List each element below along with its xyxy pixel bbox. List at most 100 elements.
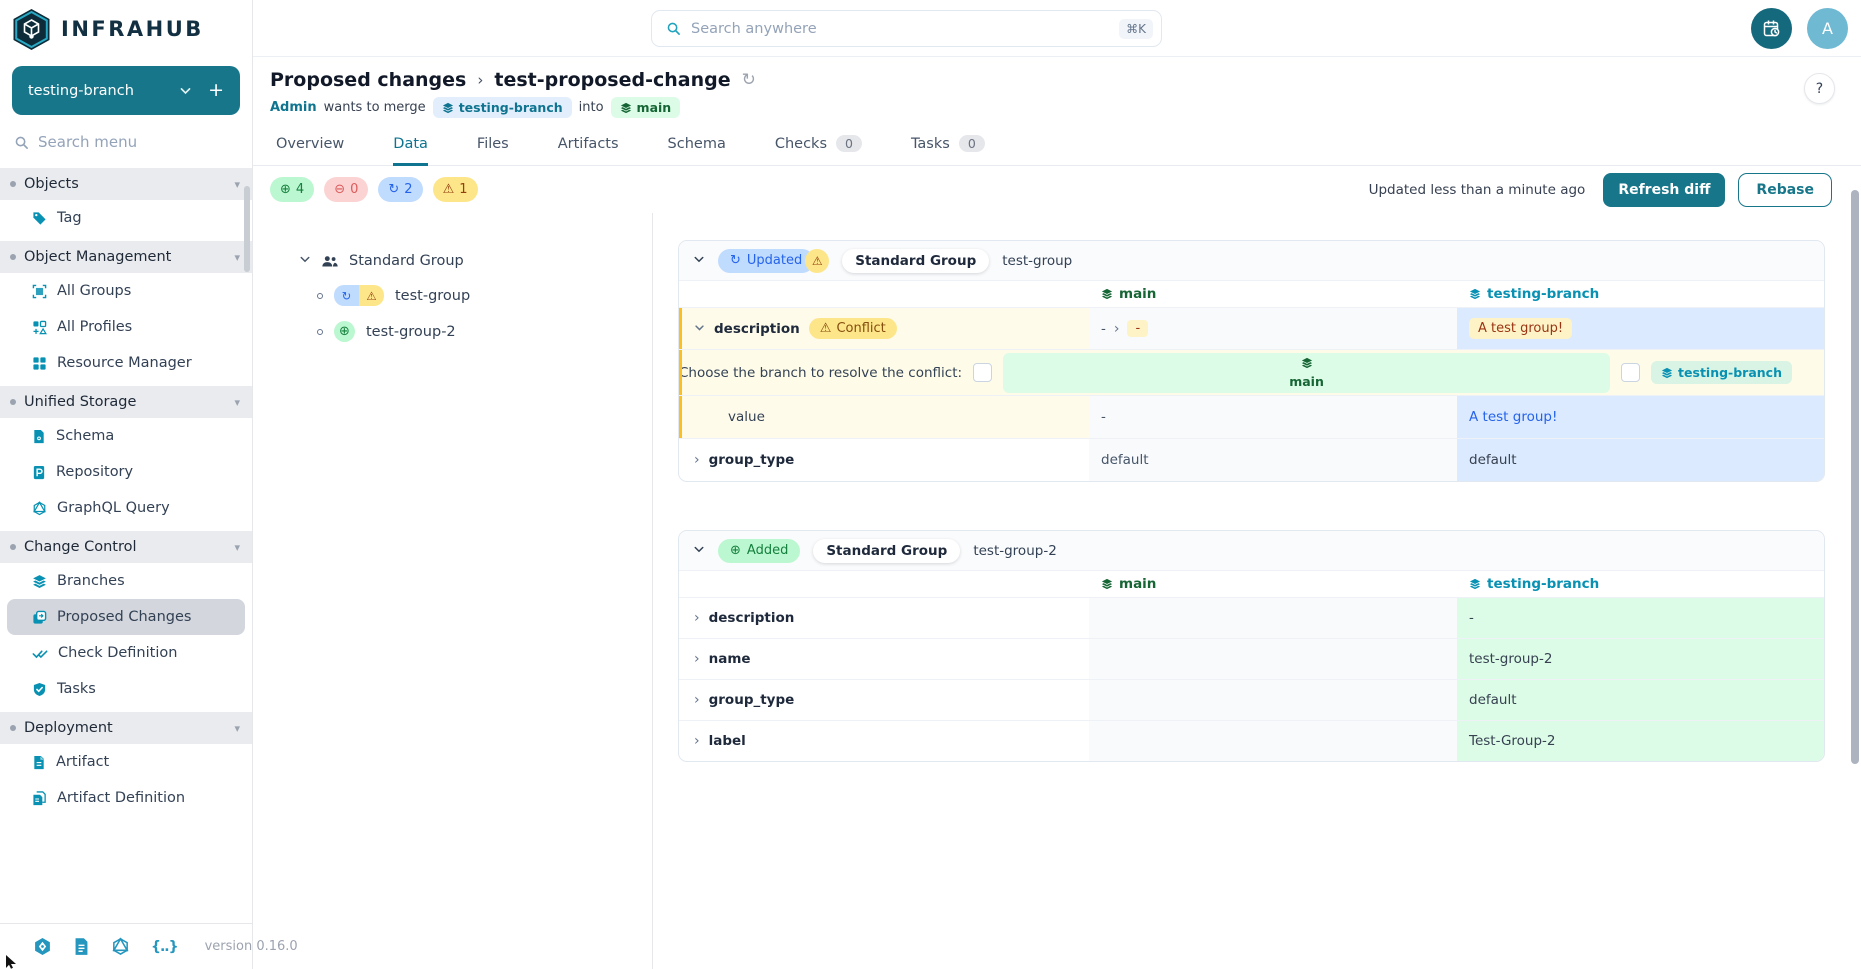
section-label: Deployment — [24, 720, 113, 736]
chevron-right-icon[interactable]: › — [694, 651, 700, 667]
diff-card-header[interactable]: ↻Updated ⚠ Standard Group test-group — [679, 241, 1824, 280]
tree-item-test-group[interactable]: ↻ ⚠ test-group — [317, 285, 642, 306]
sidebar-item-tag[interactable]: Tag — [0, 200, 252, 236]
sidebar-section-change-control[interactable]: Change Control ▾ — [0, 531, 252, 563]
section-dot-icon — [10, 181, 16, 187]
chevron-down-icon[interactable] — [694, 321, 705, 337]
sidebar-item-repository[interactable]: Repository — [0, 454, 252, 490]
diff-row-group-type[interactable]: ›group_type default — [679, 679, 1824, 720]
resolve-branch-badge[interactable]: testing-branch — [1651, 361, 1792, 384]
global-search-input[interactable] — [691, 21, 1109, 37]
target-branch-badge[interactable]: main — [611, 97, 681, 118]
tab-overview[interactable]: Overview — [276, 135, 344, 165]
group-people-icon — [321, 255, 339, 268]
tree-item-test-group-2[interactable]: ⊕ test-group-2 — [317, 321, 642, 342]
chevron-right-icon[interactable]: › — [694, 610, 700, 626]
branch-layers-icon — [1469, 288, 1481, 300]
sidebar-section-deployment[interactable]: Deployment ▾ — [0, 712, 252, 744]
docs-compass-icon[interactable] — [33, 937, 52, 956]
chevron-right-icon[interactable]: › — [694, 733, 700, 749]
resolve-main-badge[interactable]: main — [1003, 353, 1610, 393]
sidebar-section-unified-storage[interactable]: Unified Storage ▾ — [0, 386, 252, 418]
graphql-hexagon-icon[interactable] — [111, 937, 130, 956]
section-dot-icon — [10, 544, 16, 550]
chevron-down-icon[interactable] — [693, 253, 705, 269]
diff-row-description[interactable]: description ⚠Conflict - › - A test group… — [679, 307, 1824, 349]
checks-count-badge: 0 — [836, 135, 862, 152]
rebase-button[interactable]: Rebase — [1738, 173, 1832, 207]
chevron-down-icon[interactable] — [693, 543, 705, 559]
diff-row-label[interactable]: ›label Test-Group-2 — [679, 720, 1824, 761]
graphql-icon — [32, 501, 47, 516]
refresh-diff-button[interactable]: Refresh diff — [1603, 173, 1725, 207]
diff-row-name[interactable]: ›name test-group-2 — [679, 638, 1824, 679]
sidebar-section-objects[interactable]: Objects ▾ — [0, 168, 252, 200]
chevron-right-icon[interactable]: › — [694, 452, 700, 468]
create-branch-plus-icon[interactable]: + — [208, 81, 224, 100]
diff-row-group-type[interactable]: › group_type default default — [679, 438, 1824, 481]
sidebar-item-schema[interactable]: Schema — [0, 418, 252, 454]
global-search[interactable]: ⌘K — [651, 10, 1162, 47]
sidebar-item-artifact[interactable]: Artifact — [0, 744, 252, 780]
branch-selector[interactable]: testing-branch + — [12, 66, 240, 115]
document-icon[interactable] — [73, 937, 90, 956]
tree-item-label: test-group-2 — [366, 324, 456, 340]
sidebar-section-object-management[interactable]: Object Management ▾ — [0, 241, 252, 273]
minus-circle-icon: ⊖ — [334, 182, 345, 197]
resolve-branch-checkbox[interactable] — [1621, 363, 1640, 382]
tab-schema[interactable]: Schema — [668, 135, 726, 165]
sidebar-item-resource-manager[interactable]: Resource Manager — [0, 345, 252, 381]
tree-root-standard-group[interactable]: Standard Group — [299, 253, 642, 269]
sidebar-item-all-groups[interactable]: All Groups — [0, 273, 252, 309]
sidebar-item-label: Artifact — [56, 754, 109, 770]
profiles-icon — [32, 320, 47, 335]
sidebar-item-all-profiles[interactable]: All Profiles — [0, 309, 252, 345]
object-tree-panel: Standard Group ↻ ⚠ test-group ⊕ t — [253, 213, 653, 969]
sidebar-item-proposed-changes[interactable]: Proposed Changes — [7, 599, 245, 635]
tab-data[interactable]: Data — [393, 135, 428, 165]
tab-checks[interactable]: Checks0 — [775, 135, 862, 165]
sidebar-item-label: Proposed Changes — [57, 609, 191, 625]
diff-card-header[interactable]: ⊕Added Standard Group test-group-2 — [679, 531, 1824, 570]
branch-value: Test-Group-2 — [1469, 733, 1556, 749]
page-scrollbar[interactable] — [1851, 190, 1859, 764]
branch-selector-value: testing-branch — [28, 83, 179, 99]
last-updated-text: Updated less than a minute ago — [1369, 182, 1586, 198]
sidebar-item-tasks[interactable]: Tasks — [0, 671, 252, 707]
breadcrumb-root[interactable]: Proposed changes — [270, 69, 466, 91]
sidebar-item-check-definition[interactable]: Check Definition — [0, 635, 252, 671]
sidebar-item-graphql-query[interactable]: GraphQL Query — [0, 490, 252, 526]
source-branch-badge[interactable]: testing-branch — [433, 97, 572, 118]
attribute-name: description — [709, 610, 795, 626]
toolbar-actions: Updated less than a minute ago Refresh d… — [1369, 173, 1832, 207]
refresh-icon[interactable]: ↻ — [742, 70, 756, 90]
sidebar-menu: Objects ▾ Tag Object Management ▾ All Gr… — [0, 159, 252, 923]
diff-row-description[interactable]: ›description - — [679, 597, 1824, 638]
search-icon — [14, 135, 29, 150]
tree-root-label: Standard Group — [349, 253, 464, 269]
logo-row[interactable]: INFRAHUB — [0, 0, 252, 58]
sidebar-item-artifact-definition[interactable]: Artifact Definition — [0, 780, 252, 816]
chevron-right-icon[interactable]: › — [694, 692, 700, 708]
chevron-down-icon: ▾ — [234, 396, 240, 409]
resolve-main-checkbox[interactable] — [973, 363, 992, 382]
tree-children: ↻ ⚠ test-group ⊕ test-group-2 — [317, 285, 642, 342]
diff-counters: ⊕4 ⊖0 ↻2 ⚠1 — [270, 177, 478, 202]
attribute-name: group_type — [709, 452, 795, 468]
tab-tasks[interactable]: Tasks0 — [911, 135, 985, 165]
sidebar-item-branches[interactable]: Branches — [0, 563, 252, 599]
tab-files[interactable]: Files — [477, 135, 509, 165]
attribute-name: name — [709, 651, 751, 667]
menu-search[interactable] — [0, 123, 252, 159]
tab-artifacts[interactable]: Artifacts — [558, 135, 619, 165]
menu-search-input[interactable] — [38, 133, 218, 151]
shortcut-badge: ⌘K — [1119, 19, 1153, 39]
braces-swagger-icon[interactable]: {..} — [151, 939, 178, 955]
sidebar-scrollbar[interactable] — [244, 186, 250, 272]
help-button[interactable]: ? — [1804, 73, 1835, 104]
user-avatar[interactable]: A — [1807, 8, 1848, 49]
section-dot-icon — [10, 399, 16, 405]
time-travel-button[interactable] — [1751, 8, 1792, 49]
chevron-down-icon: ▾ — [234, 251, 240, 264]
chevron-down-icon[interactable] — [299, 253, 311, 269]
